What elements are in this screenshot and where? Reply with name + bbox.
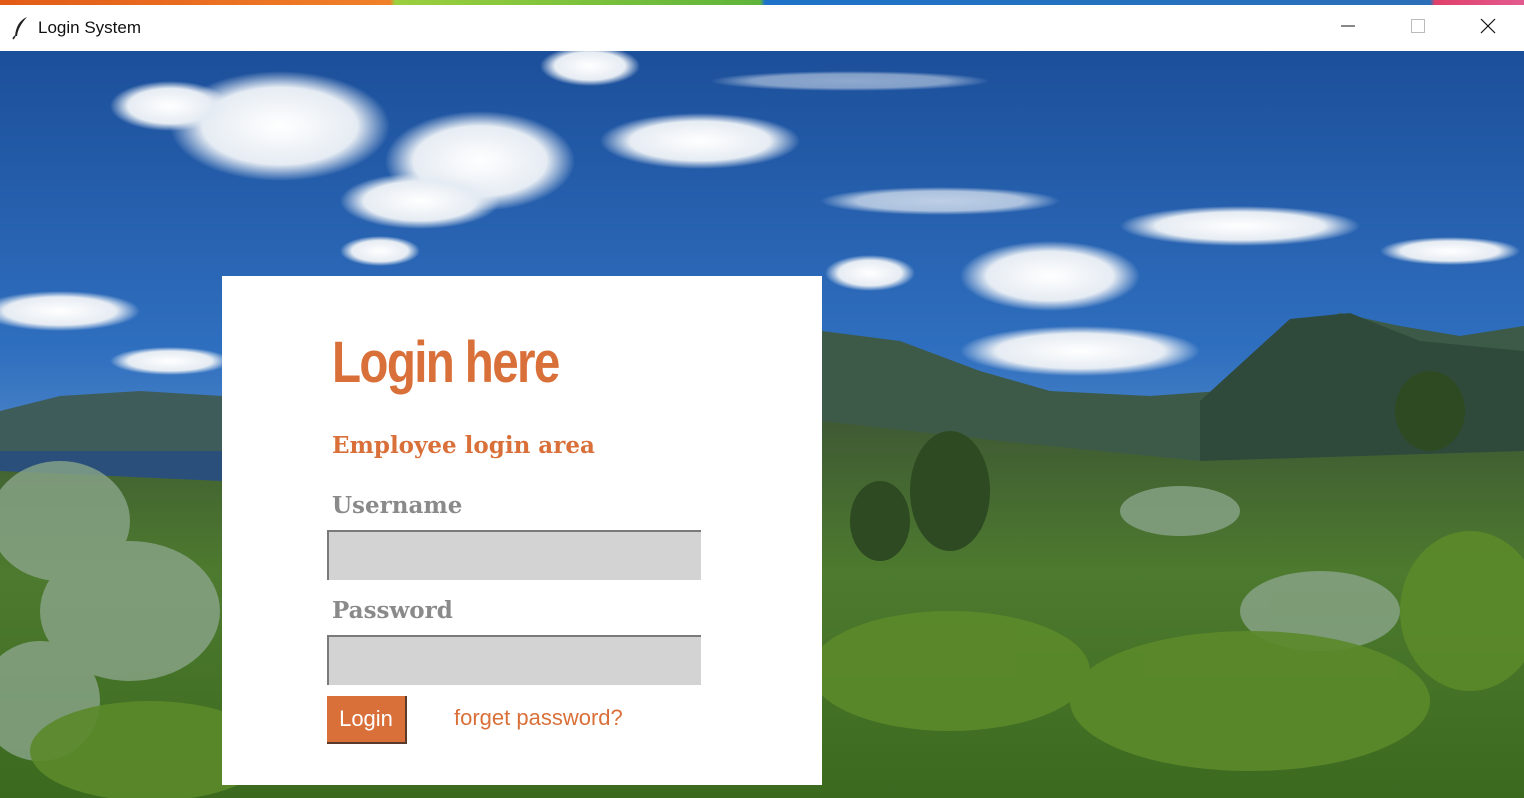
minimize-icon [1341,19,1355,38]
close-button[interactable] [1453,5,1523,51]
password-field[interactable] [327,635,701,685]
window-titlebar: Login System [0,5,1524,51]
maximize-icon [1411,18,1425,38]
username-field[interactable] [327,530,701,580]
login-panel: Login here Employee login area Username … [222,276,822,785]
login-subtitle: Employee login area [332,432,595,459]
login-button[interactable]: Login [327,696,407,744]
maximize-button[interactable] [1383,5,1453,51]
feather-icon [12,16,30,40]
window-title: Login System [38,18,141,37]
close-icon [1480,18,1496,39]
password-label: Password [332,597,453,624]
login-title: Login here [332,330,560,395]
forget-password-link[interactable]: forget password? [454,705,623,731]
minimize-button[interactable] [1313,5,1383,51]
username-label: Username [332,492,463,519]
